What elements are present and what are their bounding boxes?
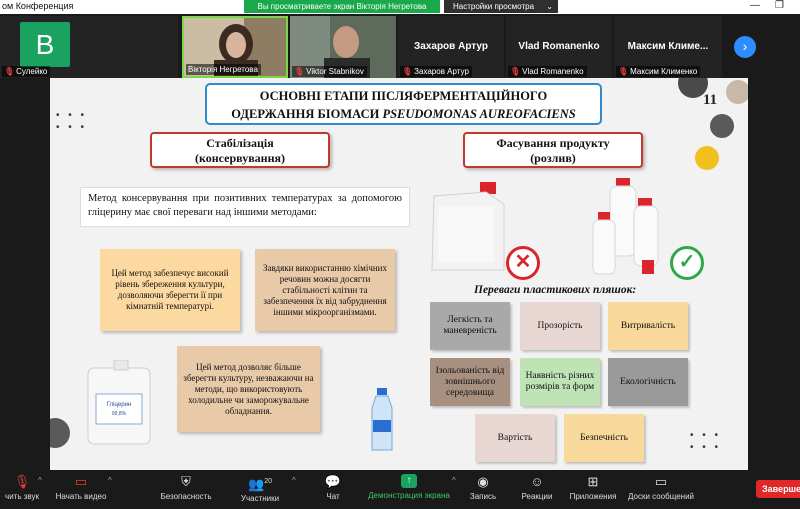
app-title: ом Конференция	[2, 1, 74, 11]
participant-tile[interactable]: 🎙 Viktor Stabnikov	[290, 16, 396, 78]
shield-icon: ⛨	[181, 474, 191, 489]
apps-button[interactable]: ⊞ Приложения	[566, 474, 620, 501]
whiteboard-button[interactable]: ▭ Доски сообщений	[626, 474, 696, 501]
slide-title: ОСНОВНІ ЕТАПИ ПІСЛЯФЕРМЕНТАЦІЙНОГО ОДЕРЖ…	[205, 83, 602, 125]
participant-tile[interactable]: Vlad Romanenko 🎙 Vlad Romanenko	[506, 16, 612, 78]
chevron-down-icon: ⌄	[546, 2, 553, 11]
share-screen-button[interactable]: ↑ Демонстрация экрана	[366, 474, 452, 500]
decor-circle	[695, 146, 719, 170]
advantage-item: Витривалість	[608, 302, 688, 350]
page-number: 11	[703, 92, 718, 108]
note-chemical-stability: Завдяки використанню хімічних речовин мо…	[255, 249, 395, 331]
decorative-dots: • • • • • •	[690, 430, 722, 453]
heading-stabilization: Стабілізація (консервування)	[150, 132, 330, 168]
heading-packaging: Фасування продукту (розлив)	[463, 132, 643, 168]
note-cold-storage: Цей метод дозволяє більше зберегти культ…	[177, 346, 320, 432]
participant-name: Вікторія Негретова	[186, 64, 261, 75]
glycerin-label: Гліцерин	[107, 402, 131, 408]
title-bar: ом Конференция Вы просматриваете экран В…	[0, 0, 800, 14]
participant-big-name: Захаров Артур	[414, 41, 488, 52]
share-banner: Вы просматриваете экран Вікторія Негрето…	[244, 0, 440, 13]
participant-gallery: B 🎙 Сулейко Вікторія Негретова 🎙 Viktor St…	[0, 14, 800, 78]
method-text: Метод консервування при позитивних темпе…	[80, 187, 410, 227]
end-meeting-button[interactable]: Завершен	[756, 480, 800, 498]
video-off-icon: ▭	[74, 474, 88, 489]
advantage-item: Легкість та маневреність	[430, 302, 510, 350]
gallery-next-button[interactable]: ›	[734, 36, 756, 58]
decor-circle	[710, 114, 734, 138]
chevron-up-icon[interactable]: ^	[452, 476, 456, 485]
microphone-off-icon: 🎙	[510, 67, 521, 76]
reactions-icon: ☺	[530, 474, 544, 489]
microphone-off-icon: 🎙	[402, 67, 413, 76]
share-screen-icon: ↑	[401, 474, 417, 488]
note-room-temperature: Цей метод забезпечує високий рівень збер…	[100, 249, 240, 331]
microphone-off-icon: 🎙	[618, 67, 629, 76]
participant-name: 🎙 Захаров Артур	[400, 66, 472, 77]
restore-icon[interactable]: ❐	[775, 0, 784, 12]
participant-big-name: Vlad Romanenko	[518, 41, 600, 52]
decorative-dots: • • • • • •	[56, 110, 88, 133]
record-button[interactable]: ◉ Запись	[466, 474, 500, 501]
view-options-label: Настройки просмотра	[453, 2, 535, 11]
chevron-up-icon[interactable]: ^	[38, 476, 42, 485]
participant-tile-active[interactable]: Вікторія Негретова	[182, 16, 288, 78]
microphone-off-icon: 🎙	[294, 67, 305, 76]
glycerin-jug-image: Гліцерин 99,8%	[87, 360, 151, 445]
start-video-button[interactable]: ▭ Начать видео	[52, 474, 110, 501]
advantages-title: Переваги пластикових пляшок:	[474, 284, 637, 296]
participant-tile[interactable]: Захаров Артур 🎙 Захаров Артур	[398, 16, 504, 78]
whiteboard-icon: ▭	[654, 474, 668, 489]
record-icon: ◉	[477, 474, 489, 489]
avatar: B	[20, 22, 70, 67]
advantage-item: Ізольованість від зовнішнього середовища	[430, 358, 510, 406]
decor-circle	[726, 80, 748, 104]
chevron-up-icon[interactable]: ^	[108, 476, 112, 485]
participant-tile[interactable]: Максим Климе... 🎙 Максим Клименко	[614, 16, 722, 78]
cross-icon: ✕	[506, 246, 540, 280]
participant-big-name: Максим Климе...	[627, 41, 709, 52]
decor-circle	[50, 418, 70, 448]
advantage-item: Вартість	[475, 414, 555, 462]
advantage-item: Прозорість	[520, 302, 600, 350]
participants-button[interactable]: 👥20 Участники	[238, 474, 282, 503]
chat-icon: 💬	[324, 474, 342, 489]
security-button[interactable]: ⛨ Безопасность	[158, 474, 214, 501]
chat-button[interactable]: 💬 Чат	[318, 474, 348, 501]
view-options-button[interactable]: Настройки просмотра ⌄	[444, 0, 558, 13]
plastic-bottles-image	[592, 178, 659, 275]
shared-slide: • • • • • • ОСНОВНІ ЕТАПИ ПІСЛЯФЕРМЕНТАЦІ…	[50, 78, 748, 470]
apps-icon: ⊞	[587, 474, 599, 489]
participant-name: 🎙 Viktor Stabnikov	[292, 66, 367, 77]
participant-name: 🎙 Максим Клименко	[616, 66, 701, 77]
water-bottle-image	[371, 388, 393, 451]
reactions-button[interactable]: ☺ Реакции	[518, 474, 556, 501]
canister-image	[431, 182, 505, 271]
minimize-icon[interactable]: —	[750, 0, 760, 12]
meeting-toolbar: 🎙 чить звук ^ ▭ Начать видео ^ ⛨ Безопас…	[0, 470, 800, 509]
chevron-up-icon[interactable]: ^	[292, 476, 296, 485]
glycerin-purity: 99,8%	[112, 411, 127, 417]
participant-name: 🎙 Сулейко	[2, 66, 51, 77]
participant-name: 🎙 Vlad Romanenko	[508, 66, 587, 77]
advantage-item: Безпечність	[564, 414, 644, 462]
participant-tile[interactable]: B 🎙 Сулейко	[0, 16, 178, 78]
microphone-off-icon: 🎙	[4, 67, 15, 76]
check-icon: ✓	[670, 246, 704, 280]
advantage-item: Наявність різних розмірів та форм	[520, 358, 600, 406]
advantage-item: Екологічність	[608, 358, 688, 406]
participants-count: 20	[264, 478, 272, 485]
participants-icon: 👥20	[248, 476, 272, 492]
